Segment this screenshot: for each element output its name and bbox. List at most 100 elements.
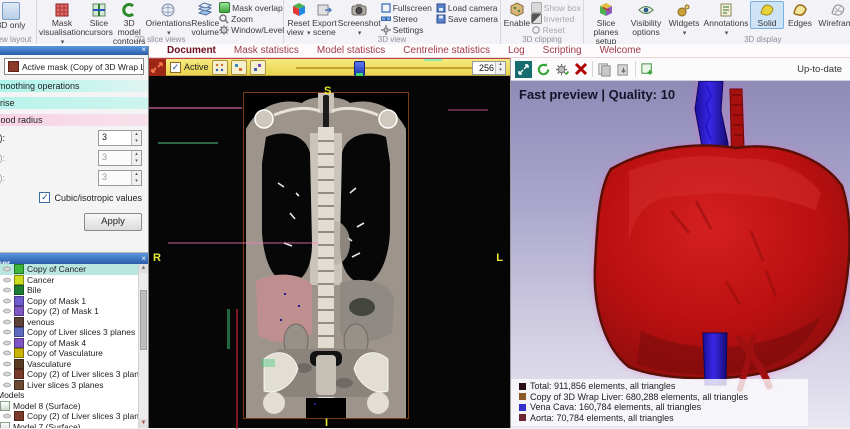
load-camera-button[interactable]: Load camera (436, 2, 498, 13)
delete-icon[interactable] (574, 62, 588, 76)
eye-icon[interactable] (3, 329, 11, 335)
zoom-button[interactable]: Zoom (219, 13, 284, 24)
document-tab[interactable]: Model statistics (308, 45, 394, 56)
clipping-enable-button[interactable]: Enable (503, 1, 531, 29)
radius-x-stepper[interactable]: 3 ▴▾ (98, 130, 142, 146)
fullscreen-button[interactable]: Fullscreen (381, 2, 432, 13)
project-browser-titlebar[interactable]: Project browser × (0, 253, 148, 264)
refresh-settings-icon[interactable] (555, 62, 570, 77)
stepper-arrows[interactable]: ▴▾ (131, 171, 141, 185)
list-item[interactable]: Vasculature (0, 359, 139, 370)
contour-tool-button[interactable] (212, 60, 228, 75)
stereo-button[interactable]: Stereo (381, 13, 432, 24)
list-item[interactable]: venous (0, 317, 139, 328)
stepper-arrows[interactable]: ▴▾ (131, 151, 141, 165)
stepper-arrows[interactable]: ▴▾ (495, 62, 505, 74)
radius-z-stepper[interactable]: 3 ▴▾ (98, 170, 142, 186)
list-item[interactable]: Models (0, 390, 139, 401)
add-model-icon[interactable] (640, 62, 655, 77)
eye-icon[interactable] (3, 382, 11, 388)
scroll-down-icon[interactable]: ▼ (139, 419, 148, 428)
eye-icon[interactable] (3, 277, 11, 283)
list-item[interactable]: Copy (2) of Liver slices 3 planes (0, 369, 139, 380)
arrow-down-icon[interactable]: ▾ (132, 178, 141, 185)
annotations-button[interactable]: Annotations (702, 1, 750, 38)
list-item[interactable]: Liver slices 3 planes (0, 380, 139, 391)
list-item[interactable]: Copy of Cancer (0, 264, 139, 275)
solid-toggle-button[interactable]: Solid (750, 1, 784, 29)
save-camera-button[interactable]: Save camera (436, 13, 498, 24)
eye-icon[interactable] (3, 287, 11, 293)
clipping-reset-button[interactable]: Reset (531, 24, 581, 35)
edges-toggle-button[interactable]: Edges (784, 1, 816, 29)
radius-y-stepper[interactable]: 3 ▴▾ (98, 150, 142, 166)
document-tab[interactable]: Mask statistics (225, 45, 308, 56)
shrink-tool-button[interactable] (250, 60, 266, 75)
list-item[interactable]: Copy (2) of Mask 1 (0, 306, 139, 317)
liver-3d-viewport[interactable]: Fast preview | Quality: 10 (511, 81, 850, 428)
mask-panel-titlebar[interactable]: × (0, 46, 148, 55)
visibility-options-button[interactable]: Visibility options (626, 1, 666, 38)
slice-cursors-button[interactable]: Slice cursors (85, 1, 113, 38)
list-item[interactable]: Copy of Liver slices 3 planes (0, 327, 139, 338)
grow-tool-button[interactable] (231, 60, 247, 75)
eye-icon[interactable] (3, 350, 11, 356)
document-tab[interactable]: Centreline statistics (394, 45, 499, 56)
reset-view-button[interactable]: Reset view (286, 1, 311, 38)
view-3d-only-button[interactable]: 3D only (0, 1, 34, 31)
eye-icon[interactable] (3, 371, 11, 377)
list-item[interactable]: Cancer (0, 275, 139, 286)
inverted-button[interactable]: Inverted (531, 13, 581, 24)
document-tab[interactable]: Welcome (591, 45, 651, 56)
list-item[interactable]: Model 7 (Surface) (0, 422, 139, 429)
coronal-2d-viewport[interactable]: ✓ Active 256 ▴▾ (148, 58, 510, 428)
eye-icon[interactable] (3, 340, 11, 346)
reslice-volume-button[interactable]: Reslice volume (191, 1, 219, 38)
eye-icon[interactable] (3, 266, 11, 272)
slice-number-stepper[interactable]: 256 ▴▾ (472, 61, 506, 75)
eye-icon[interactable] (3, 361, 11, 367)
arrow-down-icon[interactable]: ▾ (496, 68, 505, 74)
eye-icon[interactable] (3, 413, 11, 419)
arrow-up-icon[interactable]: ▴ (132, 151, 141, 158)
settings-button[interactable]: Settings (381, 24, 432, 35)
eye-icon[interactable] (3, 319, 11, 325)
eye-icon[interactable] (3, 308, 11, 314)
scrollbar-thumb[interactable] (140, 290, 147, 350)
list-item[interactable]: Model 8 (Surface) (0, 401, 139, 412)
window-level-button[interactable]: Window/Level (219, 24, 284, 35)
browser-scrollbar[interactable]: ▲ ▼ (138, 264, 148, 428)
list-item[interactable]: Copy of Mask 1 (0, 296, 139, 307)
arrow-down-icon[interactable]: ▾ (132, 138, 141, 145)
expand-view-button[interactable] (515, 61, 532, 78)
list-item[interactable]: Bile (0, 285, 139, 296)
document-tab[interactable]: Scripting (534, 45, 591, 56)
apply-button[interactable]: Apply (84, 213, 142, 231)
arrow-down-icon[interactable]: ▾ (132, 158, 141, 165)
wireframe-toggle-button[interactable]: Wireframe (816, 1, 850, 29)
arrow-up-icon[interactable]: ▴ (132, 131, 141, 138)
close-icon[interactable]: × (141, 46, 146, 54)
close-icon[interactable]: × (141, 253, 146, 264)
active-checkbox[interactable]: ✓ (170, 62, 181, 73)
eye-icon[interactable] (3, 298, 11, 304)
scroll-up-icon[interactable]: ▲ (139, 264, 148, 273)
slice-slider-track[interactable] (296, 67, 474, 69)
list-item[interactable]: Copy of Mask 4 (0, 338, 139, 349)
orientations-button[interactable]: Orientations (145, 1, 191, 38)
expand-view-button[interactable] (148, 59, 166, 76)
copy-model-icon[interactable] (597, 62, 612, 77)
document-tab[interactable]: Log (499, 45, 534, 56)
ct-coronal-image[interactable] (243, 92, 409, 419)
active-mask-dropdown[interactable]: Active mask (Copy of 3D Wrap Liver) ▾ (4, 58, 144, 75)
isotropic-checkbox[interactable]: ✓ (39, 192, 50, 203)
liver-3d-model[interactable] (511, 81, 850, 428)
refresh-icon[interactable] (536, 62, 551, 77)
arrow-up-icon[interactable]: ▴ (132, 171, 141, 178)
document-tab[interactable]: Document (158, 45, 225, 56)
screenshot-button[interactable]: Screenshot (338, 1, 381, 38)
list-item[interactable]: Copy of Vasculature (0, 348, 139, 359)
stepper-arrows[interactable]: ▴▾ (131, 131, 141, 145)
mask-overlap-button[interactable]: Mask overlap (219, 2, 284, 13)
list-item[interactable]: Copy (2) of Liver slices 3 planes (0, 411, 139, 422)
